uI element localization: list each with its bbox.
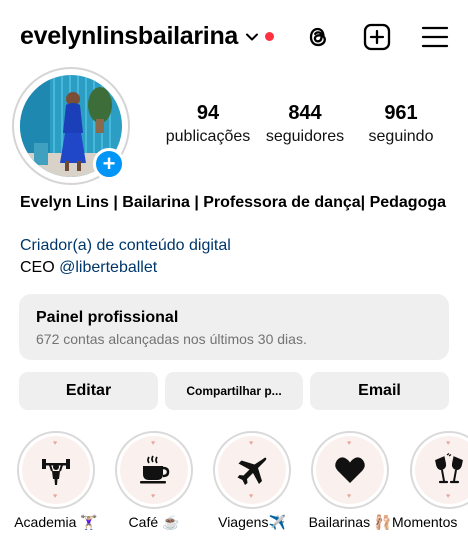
followers-label: seguidores	[265, 128, 345, 145]
highlight-cover: ♥ ♥	[218, 436, 286, 504]
toast-glasses-icon	[435, 453, 463, 484]
bio-ceo-prefix: CEO	[20, 259, 55, 276]
small-heart-icon: ♥	[53, 440, 58, 447]
username-switcher[interactable]: evelynlinsbailarina	[20, 22, 275, 51]
small-heart-icon: ♥	[249, 493, 254, 500]
edit-profile-button[interactable]: Editar	[19, 372, 158, 410]
highlight-academia[interactable]: ♥ ♥ Academia 🏋🏼‍♀️	[14, 431, 98, 530]
following-stat[interactable]: 961 seguindo	[360, 102, 442, 146]
highlight-ring: ♥ ♥	[115, 431, 193, 509]
highlight-ring: ♥ ♥	[311, 431, 389, 509]
bio-ceo-line: CEO @liberteballet	[20, 258, 157, 278]
highlight-bailarinas[interactable]: ♥ ♥ Bailarinas 🩰	[309, 431, 391, 530]
heart-icon	[335, 457, 365, 483]
bio-category[interactable]: Criador(a) de conteúdo digital	[20, 236, 231, 256]
highlight-cover: ♥ ♥	[316, 436, 384, 504]
coffee-cup-icon	[140, 455, 170, 484]
highlight-momentos[interactable]: ♥ ♥ Momentos	[392, 431, 468, 530]
small-heart-icon: ♥	[151, 493, 156, 500]
plus-icon: +	[102, 151, 116, 176]
small-heart-icon: ♥	[446, 493, 451, 500]
add-post-icon[interactable]	[362, 22, 392, 52]
small-heart-icon: ♥	[151, 440, 156, 447]
airplane-icon	[237, 457, 267, 485]
following-label: seguindo	[368, 128, 434, 145]
add-story-button[interactable]: +	[93, 148, 125, 180]
username: evelynlinsbailarina	[20, 22, 239, 50]
highlight-ring: ♥ ♥	[17, 431, 95, 509]
highlight-ring: ♥ ♥	[410, 431, 468, 509]
highlight-cafe[interactable]: ♥ ♥ Café ☕️	[115, 431, 195, 530]
notification-dot	[265, 32, 275, 41]
small-heart-icon: ♥	[347, 440, 352, 447]
highlight-cover: ♥ ♥	[415, 436, 468, 504]
dumbbell-person-icon	[42, 459, 70, 485]
highlight-cover: ♥ ♥	[120, 436, 188, 504]
threads-icon[interactable]	[303, 22, 333, 52]
email-button[interactable]: Email	[310, 372, 449, 410]
highlight-viagens[interactable]: ♥ ♥ Viagens✈️	[213, 431, 293, 530]
followers-count: 844	[288, 102, 322, 124]
profile-header: evelynlinsbailarina	[0, 0, 468, 76]
followers-stat[interactable]: 844 seguidores	[259, 102, 351, 146]
posts-stat[interactable]: 94 publicações	[163, 102, 253, 146]
dashboard-subtitle: 672 contas alcançadas nos últimos 30 dia…	[36, 331, 307, 347]
dashboard-title: Painel profissional	[36, 309, 179, 326]
highlight-cover: ♥ ♥	[22, 436, 90, 504]
highlight-label: Momentos	[392, 514, 458, 530]
small-heart-icon: ♥	[249, 440, 254, 447]
bio-display-name: Evelyn Lins | Bailarina | Professora de …	[20, 194, 447, 211]
menu-icon[interactable]	[420, 22, 450, 52]
posts-label: publicações	[165, 128, 251, 145]
chevron-down-icon	[246, 33, 259, 40]
share-profile-button[interactable]: Compartilhar p...	[165, 372, 303, 410]
highlight-ring: ♥ ♥	[213, 431, 291, 509]
bio-mention-link[interactable]: @liberteballet	[59, 259, 157, 276]
small-heart-icon: ♥	[347, 493, 352, 500]
small-heart-icon: ♥	[53, 493, 58, 500]
professional-dashboard[interactable]: Painel profissional 672 contas alcançada…	[19, 294, 449, 360]
small-heart-icon: ♥	[446, 440, 451, 447]
following-count: 961	[384, 102, 418, 124]
posts-count: 94	[196, 102, 220, 124]
